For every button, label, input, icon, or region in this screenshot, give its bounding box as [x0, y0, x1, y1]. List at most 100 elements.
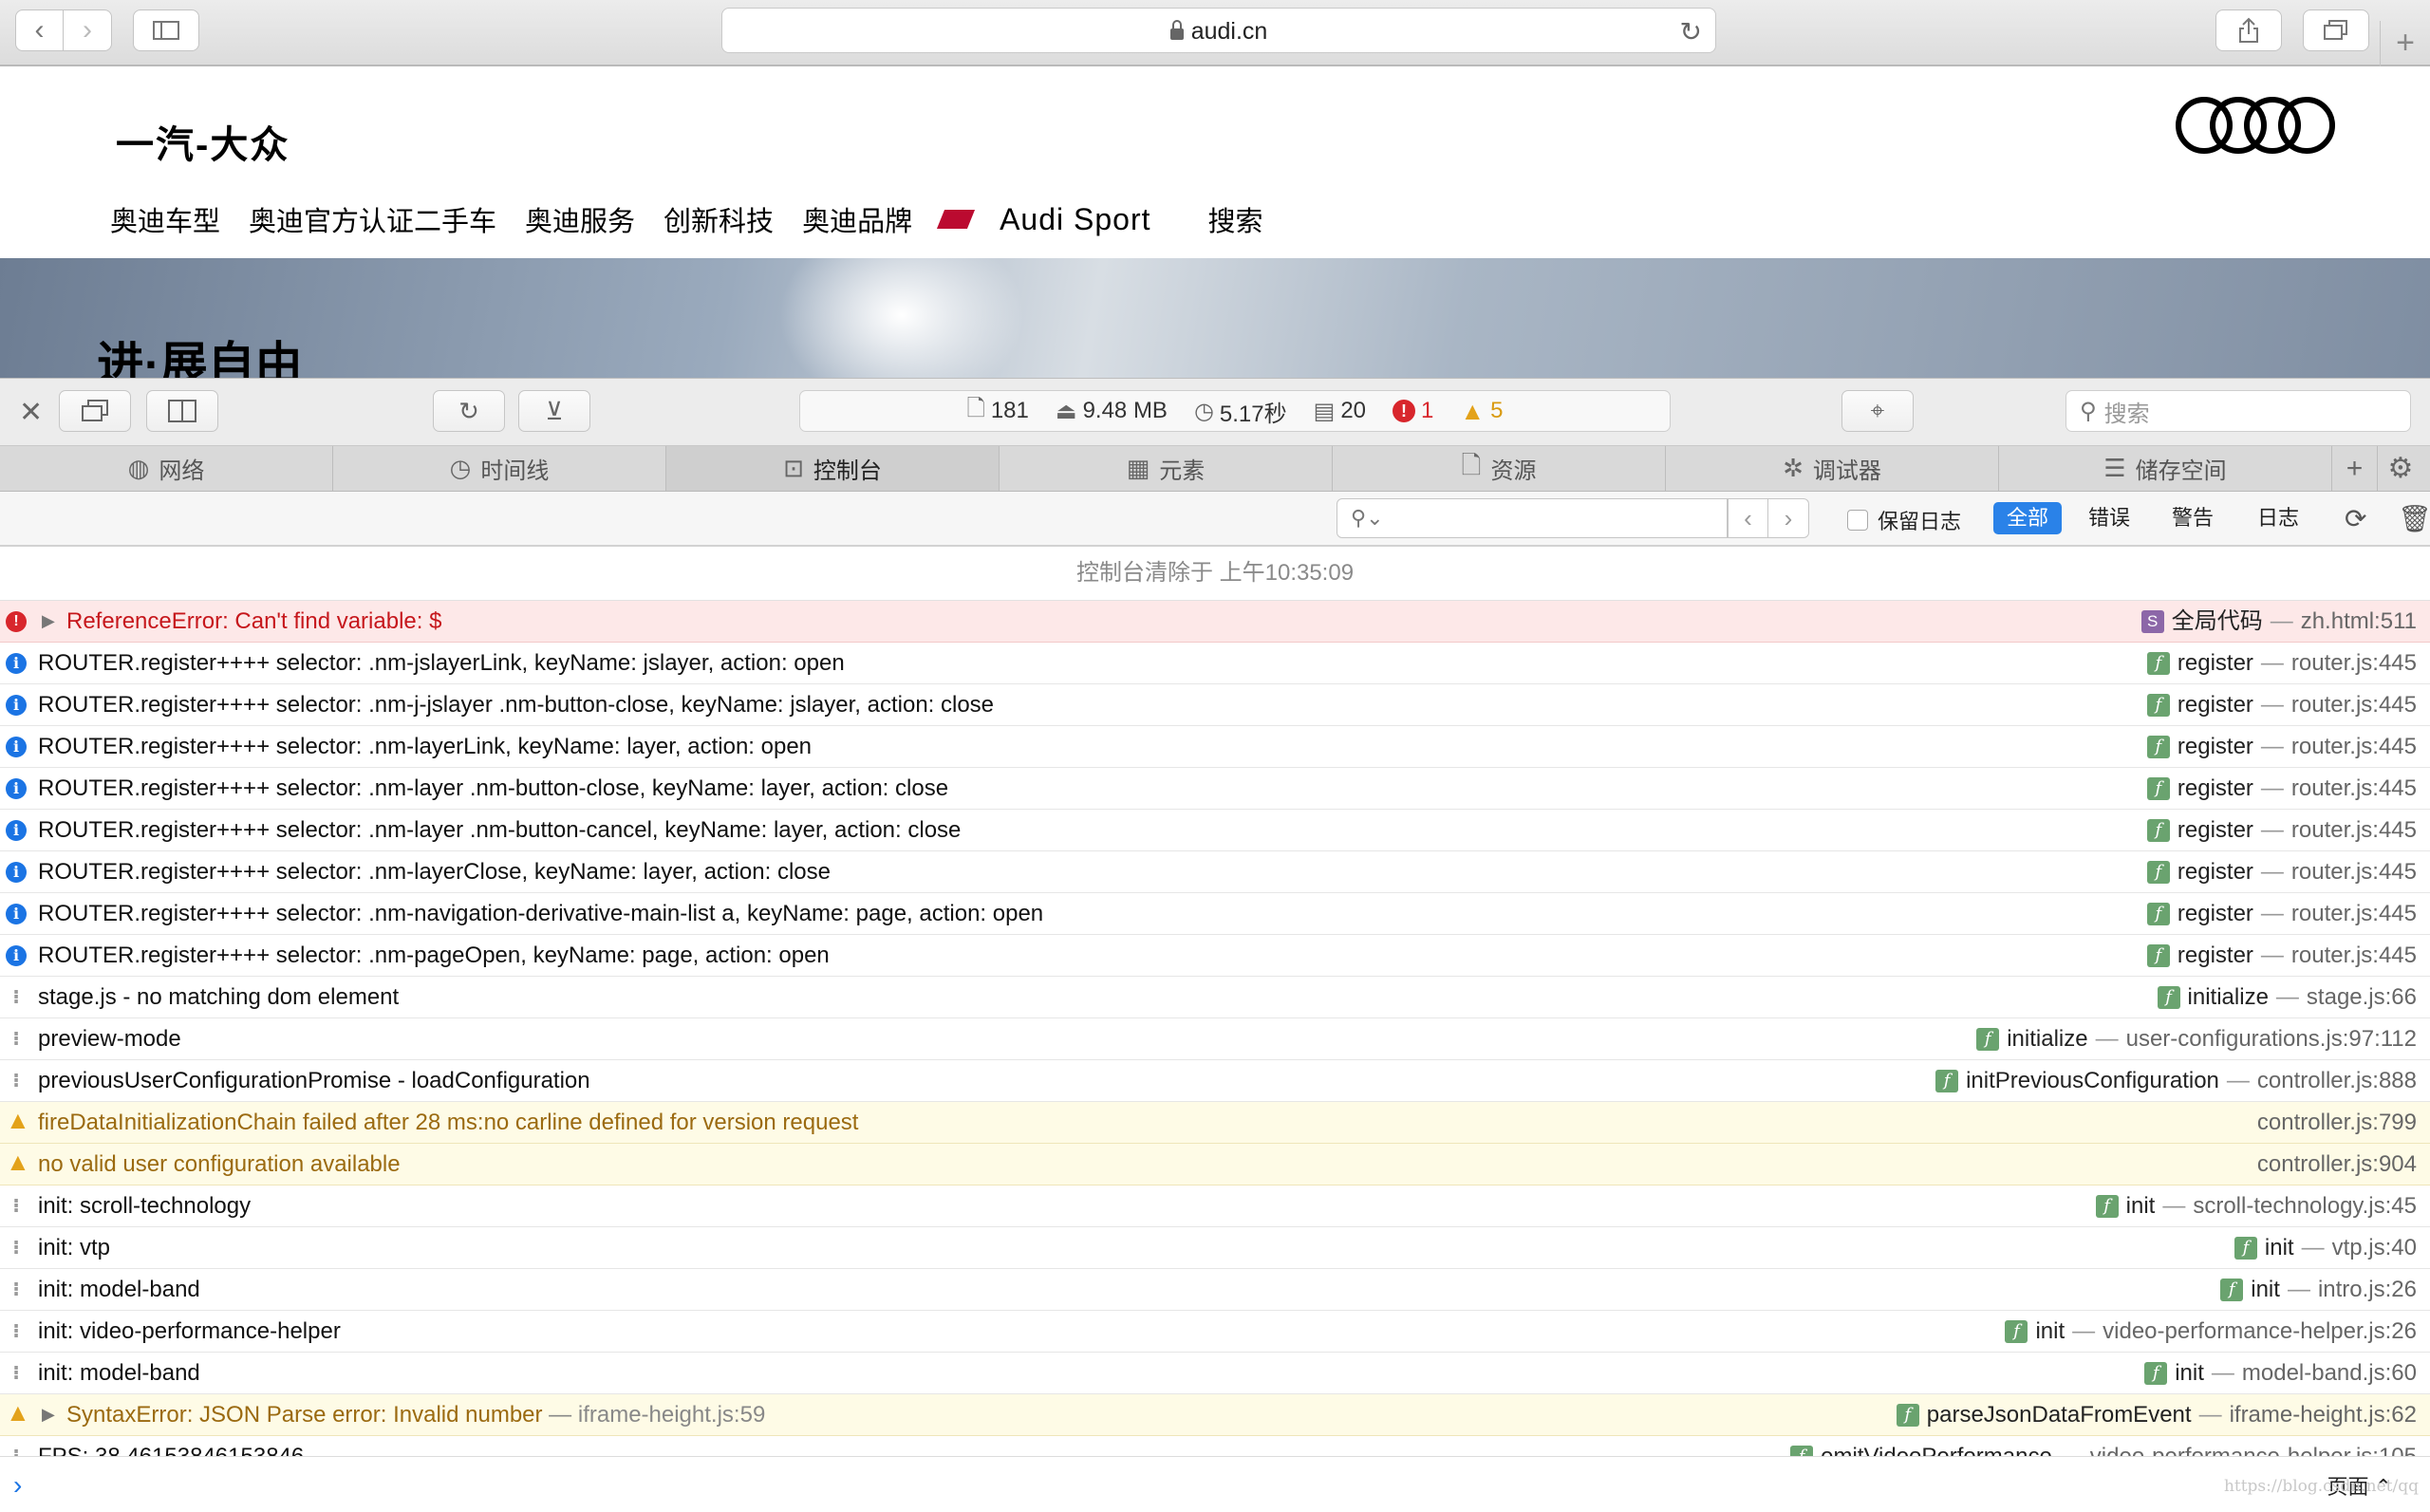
source-file-link[interactable]: controller.js:799 [2257, 1102, 2417, 1143]
dock-side-button[interactable] [146, 390, 218, 432]
source-file-link[interactable]: router.js:445 [2291, 768, 2417, 809]
nav-item-audi-sport[interactable]: Audi Sport [937, 199, 1179, 239]
share-button[interactable] [2215, 9, 2282, 51]
inline-source-link[interactable]: iframe-height.js:59 [578, 1402, 765, 1428]
source-file-link[interactable]: router.js:445 [2291, 643, 2417, 683]
sidebar-toggle-button[interactable] [133, 9, 199, 51]
add-tab-button[interactable]: + [2332, 446, 2378, 491]
console-message-row[interactable]: ▲ no valid user configuration available co… [0, 1144, 2430, 1185]
reload-icon[interactable]: ↻ [1680, 16, 1702, 47]
function-name: initialize [2187, 984, 2269, 1010]
console-message-row[interactable]: ⁝ preview-mode f initialize — user-configurat… [0, 1018, 2430, 1060]
source-file-link[interactable]: vtp.js:40 [2332, 1227, 2417, 1268]
document-icon: 🗋 [966, 395, 985, 421]
address-bar[interactable]: audi.cn ↻ [721, 8, 1716, 53]
console-message-row[interactable]: ⁝ init: scroll-technology f init — scroll-tec… [0, 1185, 2430, 1227]
tab-resources[interactable]: 🗋 资源 [1333, 446, 1666, 491]
reload-page-button[interactable]: ↻ [433, 390, 505, 432]
console-message-row[interactable]: ⁝ init: model-band f init — intro.js:26 [0, 1269, 2430, 1311]
error-count[interactable]: ! 1 [1393, 398, 1433, 424]
filter-logs-button[interactable]: 日志 [2244, 502, 2312, 534]
source-file-link[interactable]: model-band.js:60 [2242, 1353, 2417, 1393]
console-message-row[interactable]: ⁝ init: vtp f init — vtp.js:40 [0, 1227, 2430, 1269]
source-file-link[interactable]: user-configurations.js:97:112 [2126, 1018, 2417, 1059]
filter-warnings-button[interactable]: 警告 [2159, 502, 2227, 534]
trash-icon[interactable]: 🗑 [2398, 503, 2430, 534]
refresh-icon[interactable]: ⟳ [2345, 503, 2366, 534]
source-file-link[interactable]: intro.js:26 [2318, 1269, 2417, 1310]
brand-logo[interactable]: 一汽-大众 [116, 114, 290, 169]
tab-network[interactable]: ◍ 网络 [0, 446, 333, 491]
filter-errors-button[interactable]: 错误 [2075, 502, 2143, 534]
warning-count[interactable]: ▲ 5 [1460, 397, 1503, 426]
console-prompt[interactable]: › 页面 ⌃ [0, 1456, 2430, 1512]
source-file-link[interactable]: scroll-technology.js:45 [2193, 1185, 2417, 1226]
source-file-link[interactable]: video-performance-helper.js:26 [2103, 1311, 2417, 1352]
audi-rings-logo[interactable] [2174, 95, 2337, 156]
tab-storage[interactable]: ☰ 储存空间 [1999, 446, 2332, 491]
tab-debugger[interactable]: ✲ 调试器 [1666, 446, 1999, 491]
source-file-link[interactable]: controller.js:904 [2257, 1144, 2417, 1185]
source-file-link[interactable]: video-performance-helper.js:105 [2090, 1436, 2417, 1456]
settings-button[interactable]: ⚙ [2378, 446, 2423, 491]
console-filter-input[interactable]: ⚲⌄ [1336, 498, 1728, 538]
nav-item-search[interactable]: 搜索 [1208, 199, 1263, 239]
new-tab-button[interactable]: + [2380, 21, 2430, 66]
resource-count[interactable]: 🗋 181 [967, 392, 1029, 431]
inspector-search-input[interactable]: ⚲ 搜索 [2066, 390, 2411, 432]
resource-size[interactable]: ⏏ 9.48 MB [1056, 398, 1168, 425]
console-message-row[interactable]: ⁝ FPS: 38.46153846153846 f emitVideoPerform… [0, 1436, 2430, 1456]
download-archive-button[interactable]: ⊻ [518, 390, 590, 432]
source-file-link[interactable]: router.js:445 [2291, 684, 2417, 725]
nav-item-technology[interactable]: 创新科技 [664, 199, 774, 239]
console-message-row[interactable]: ▲ ▶ SyntaxError: JSON Parse error: Invalid… [0, 1394, 2430, 1436]
message-text: init: scroll-technology [38, 1193, 252, 1219]
function-name: initPreviousConfiguration [1966, 1068, 2219, 1093]
nav-item-models[interactable]: 奥迪车型 [110, 199, 220, 239]
console-message-row[interactable]: i ROUTER.register++++ selector: .nm-layer… [0, 851, 2430, 893]
disclosure-triangle-icon[interactable]: ▶ [42, 1394, 55, 1435]
close-inspector-icon[interactable]: ✕ [19, 396, 43, 429]
preserve-log-checkbox[interactable]: 保留日志 [1847, 505, 1961, 535]
console-message-row[interactable]: ⁝ init: model-band f init — model-band.js:60 [0, 1353, 2430, 1394]
console-message-row[interactable]: i ROUTER.register++++ selector: .nm-j-jsl… [0, 684, 2430, 726]
source-file-link[interactable]: router.js:445 [2291, 810, 2417, 850]
nav-item-used-cars[interactable]: 奥迪官方认证二手车 [249, 199, 496, 239]
warning-icon: ▲ [6, 1398, 30, 1427]
filter-all-button[interactable]: 全部 [1993, 502, 2063, 534]
forward-button[interactable]: › [64, 9, 112, 51]
tab-elements[interactable]: ▦ 元素 [1000, 446, 1333, 491]
console-message-row[interactable]: ⁝ stage.js - no matching dom element f init… [0, 977, 2430, 1018]
back-button[interactable]: ‹ [15, 9, 64, 51]
console-message-row[interactable]: i ROUTER.register++++ selector: .nm-pageO… [0, 935, 2430, 977]
source-file-link[interactable]: zh.html:511 [2301, 601, 2417, 642]
console-message-row[interactable]: ⁝ previousUserConfigurationPromise - load… [0, 1060, 2430, 1102]
source-file-link[interactable]: router.js:445 [2291, 726, 2417, 767]
inspect-element-button[interactable]: ⌖ [1841, 390, 1914, 432]
tab-console[interactable]: ⊡ 控制台 [666, 446, 1000, 491]
console-message-row[interactable]: i ROUTER.register++++ selector: .nm-layer… [0, 768, 2430, 810]
previous-match-button[interactable]: ‹ [1728, 498, 1768, 538]
nav-item-service[interactable]: 奥迪服务 [525, 199, 635, 239]
disclosure-triangle-icon[interactable]: ▶ [42, 601, 55, 642]
tab-timeline[interactable]: ◷ 时间线 [333, 446, 666, 491]
load-time[interactable]: ◷ 5.17秒 [1194, 395, 1287, 428]
source-file-link[interactable]: router.js:445 [2291, 893, 2417, 934]
tabs-overview-button[interactable] [2303, 9, 2369, 51]
source-file-link[interactable]: stage.js:66 [2307, 977, 2417, 1017]
console-message-row[interactable]: ▲ fireDataInitializationChain failed afte… [0, 1102, 2430, 1144]
source-file-link[interactable]: router.js:445 [2291, 851, 2417, 892]
console-message-row[interactable]: ⁝ init: video-performance-helper f init — vid… [0, 1311, 2430, 1353]
console-message-row[interactable]: i ROUTER.register++++ selector: .nm-navig… [0, 893, 2430, 935]
console-message-row[interactable]: i ROUTER.register++++ selector: .nm-layer… [0, 810, 2430, 851]
source-file-link[interactable]: iframe-height.js:62 [2230, 1394, 2417, 1435]
source-file-link[interactable]: controller.js:888 [2257, 1060, 2417, 1101]
nav-item-brand[interactable]: 奥迪品牌 [802, 199, 912, 239]
log-count[interactable]: ▤ 20 [1314, 398, 1366, 425]
console-message-row[interactable]: i ROUTER.register++++ selector: .nm-jslay… [0, 643, 2430, 684]
source-file-link[interactable]: router.js:445 [2291, 935, 2417, 976]
detach-window-button[interactable] [59, 390, 131, 432]
console-message-row[interactable]: i ROUTER.register++++ selector: .nm-layer… [0, 726, 2430, 768]
console-message-row[interactable]: ! ▶ ReferenceError: Can't find variable: $… [0, 601, 2430, 643]
next-match-button[interactable]: › [1768, 498, 1809, 538]
